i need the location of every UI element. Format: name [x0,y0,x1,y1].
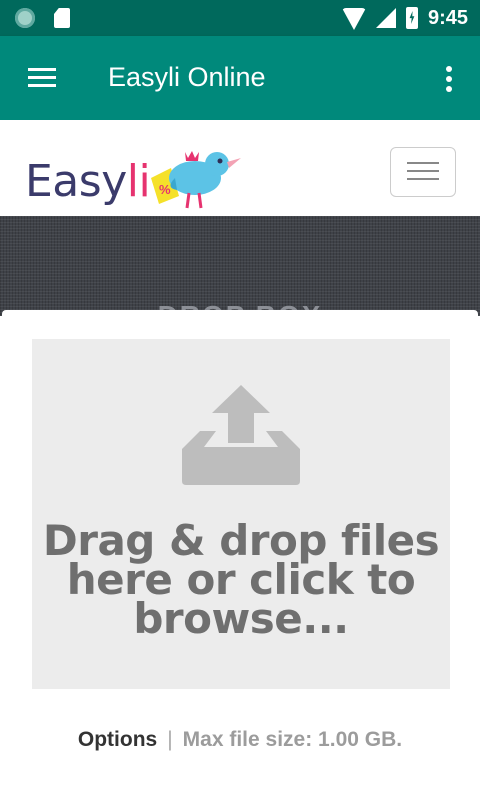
max-file-size-text: Max file size: 1.00 GB. [182,728,403,751]
options-link[interactable]: Options [78,728,157,751]
upload-card: Drag & drop files here or click to brows… [2,310,478,800]
site-logo[interactable]: Easyli [25,156,151,207]
hero-band: DROP BOX [0,216,480,331]
status-bar: 9:45 [0,0,480,36]
sd-card-icon [54,8,70,28]
app-bar: Easyli Online [0,36,480,120]
status-icons: 9:45 [341,0,468,36]
app-title: Easyli Online [108,62,266,92]
dropzone-instructions: Drag & drop files here or click to brows… [42,516,440,643]
battery-charging-icon [405,7,418,29]
logo-text-main: Easy [25,156,127,207]
options-separator: | [167,728,173,751]
site-header: Easyli % [0,120,480,216]
logo-bird-icon: % [151,151,241,209]
upload-options-row: Options | Max file size: 1.00 GB. [2,728,478,752]
logo-tag-text: % [159,182,171,197]
file-dropzone[interactable]: Drag & drop files here or click to brows… [32,339,450,689]
signal-icon [375,8,396,28]
status-time: 9:45 [427,6,468,29]
navbar-toggle-button[interactable] [390,147,456,197]
upload-tray-icon [182,385,300,485]
wifi-icon [341,8,366,30]
more-vert-icon[interactable] [446,66,452,92]
sync-icon [15,8,35,28]
hamburger-menu-icon[interactable] [28,68,56,88]
